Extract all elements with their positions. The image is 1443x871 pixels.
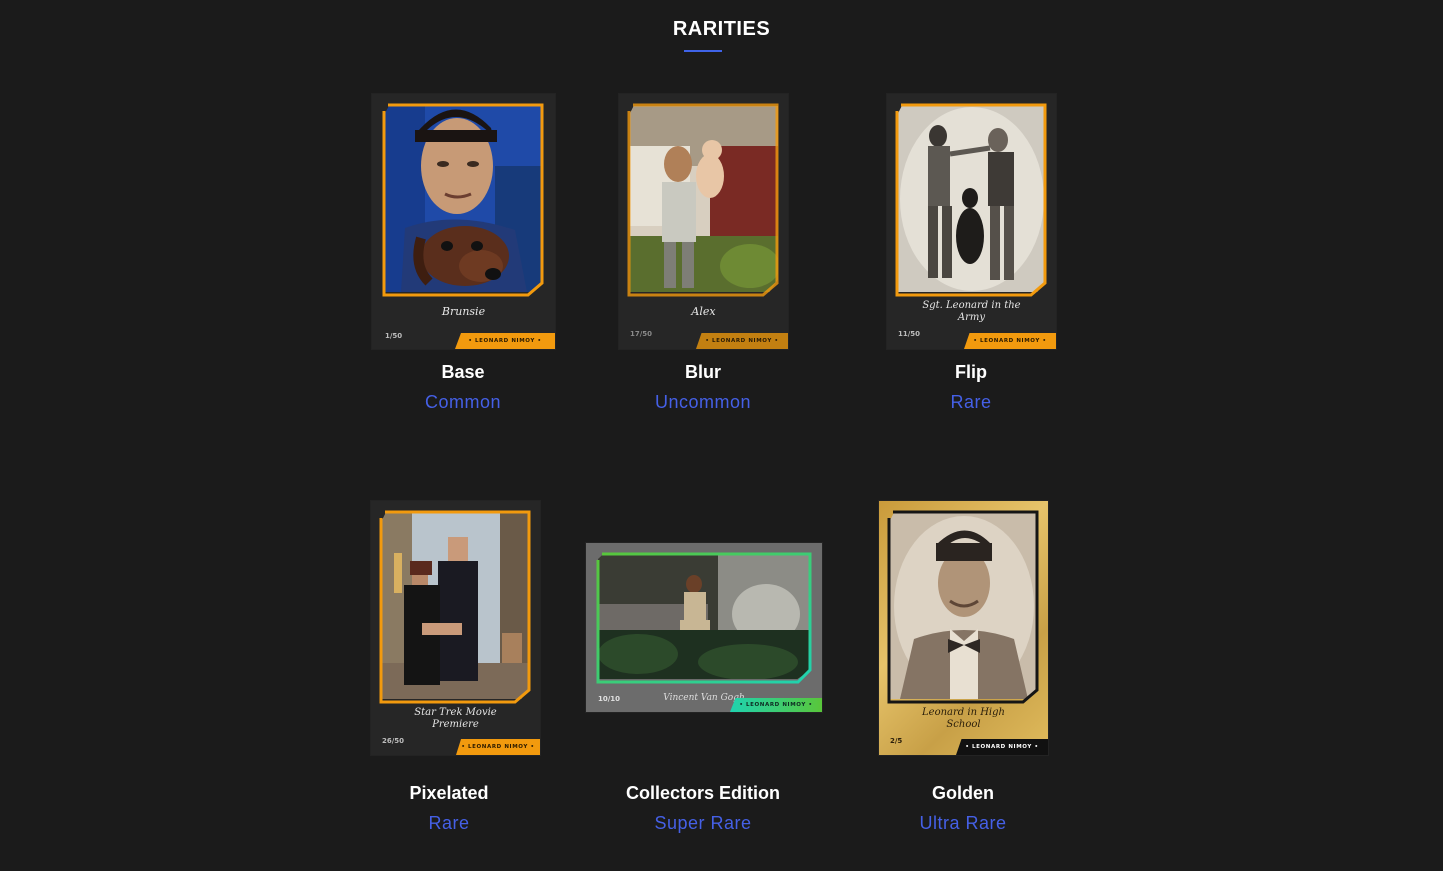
card-serial: 2/5 (890, 737, 903, 745)
rarity-item-golden[interactable]: Leonard in High School 2/5 • LEONARD NIM… (843, 501, 1083, 841)
card-caption: Star Trek Movie Premiere (414, 707, 497, 730)
card-rarity: Rare (428, 813, 470, 833)
card-rarity: Super Rare (654, 813, 752, 833)
card-photo (890, 513, 1038, 699)
card-photo (898, 106, 1046, 292)
card-image[interactable]: Sgt. Leonard in the Army 11/50 • LEONARD… (887, 94, 1056, 349)
card-photo (385, 106, 543, 292)
card-rarity: Uncommon (654, 392, 752, 412)
card-serial: 26/50 (382, 737, 405, 745)
card-brand-tag: • LEONARD NIMOY • (730, 698, 822, 712)
card-name: Blur (685, 362, 721, 382)
card-image[interactable]: Alex 17/50 • LEONARD NIMOY • (619, 94, 788, 349)
card-name: Golden (932, 783, 994, 803)
card-image[interactable]: Leonard in High School 2/5 • LEONARD NIM… (879, 501, 1048, 755)
card-name: Pixelated (409, 783, 489, 803)
card-rarity: Rare (950, 392, 992, 412)
card-photo (382, 513, 530, 699)
rarity-item-blur[interactable]: Alex 17/50 • LEONARD NIMOY • Blur Uncomm… (583, 94, 823, 424)
card-brand-tag: • LEONARD NIMOY • (964, 333, 1056, 349)
card-caption: Brunsie (441, 305, 486, 318)
title-underline (684, 50, 722, 52)
card-brand-tag: • LEONARD NIMOY • (455, 333, 555, 349)
card-brand-tag: • LEONARD NIMOY • (456, 739, 540, 755)
rarity-item-base[interactable]: Brunsie 1/50 • LEONARD NIMOY • Base Comm… (343, 94, 583, 424)
rarity-item-collectors-edition[interactable]: Vincent Van Gogh 10/10 • LEONARD NIMOY •… (583, 501, 823, 841)
card-name: Base (441, 362, 485, 382)
rarity-item-pixelated[interactable]: Star Trek Movie Premiere 26/50 • LEONARD… (329, 501, 569, 841)
card-caption: Sgt. Leonard in the Army (922, 300, 1021, 323)
card-brand-tag: • LEONARD NIMOY • (696, 333, 788, 349)
section-title: RARITIES (672, 18, 771, 40)
card-name: Collectors Edition (625, 783, 780, 803)
card-rarity: Ultra Rare (919, 813, 1007, 833)
card-brand-tag: • LEONARD NIMOY • (956, 739, 1048, 755)
rarity-item-flip[interactable]: Sgt. Leonard in the Army 11/50 • LEONARD… (851, 94, 1091, 424)
card-image[interactable]: Vincent Van Gogh 10/10 • LEONARD NIMOY • (586, 543, 822, 712)
card-serial: 1/50 (385, 332, 403, 340)
card-image[interactable]: Star Trek Movie Premiere 26/50 • LEONARD… (371, 501, 540, 755)
card-photo (630, 106, 778, 292)
card-name: Flip (955, 362, 987, 382)
card-image[interactable]: Brunsie 1/50 • LEONARD NIMOY • (372, 94, 555, 349)
card-serial: 10/10 (598, 695, 621, 703)
card-serial: 17/50 (630, 330, 653, 338)
card-caption: Leonard in High School (922, 707, 1005, 730)
card-photo (598, 554, 810, 679)
card-serial: 11/50 (898, 330, 921, 338)
card-caption: Alex (691, 305, 716, 318)
card-rarity: Common (424, 392, 502, 412)
